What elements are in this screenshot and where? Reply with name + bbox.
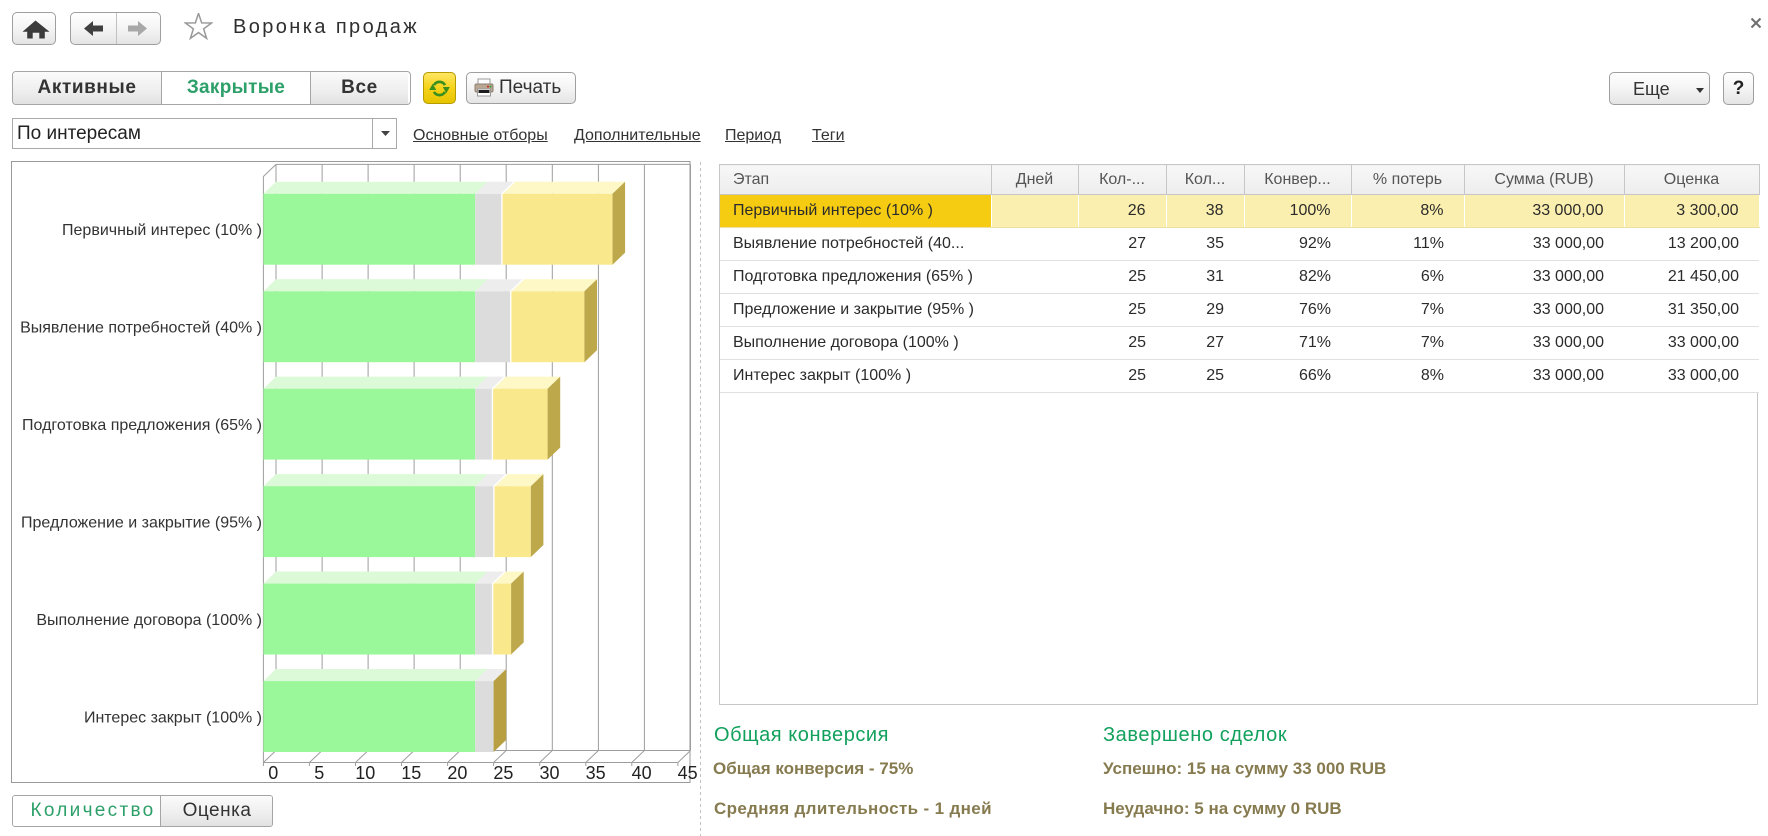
svg-text:Выявление потребностей (40% ): Выявление потребностей (40% ) <box>20 320 262 337</box>
svg-text:30: 30 <box>539 763 559 783</box>
svg-text:Интерес закрыт (100% ): Интерес закрыт (100% ) <box>84 710 262 727</box>
svg-text:5: 5 <box>314 763 324 783</box>
svg-text:45: 45 <box>678 763 698 783</box>
svg-text:Выполнение договора (100% ): Выполнение договора (100% ) <box>36 612 262 629</box>
svg-text:Подготовка предложения (65% ): Подготовка предложения (65% ) <box>22 417 262 434</box>
svg-text:20: 20 <box>447 763 467 783</box>
svg-text:15: 15 <box>401 763 421 783</box>
svg-text:40: 40 <box>632 763 652 783</box>
svg-text:10: 10 <box>355 763 375 783</box>
svg-text:0: 0 <box>268 763 278 783</box>
svg-text:35: 35 <box>586 763 606 783</box>
svg-text:Первичный интерес (10% ): Первичный интерес (10% ) <box>62 222 262 239</box>
svg-text:25: 25 <box>493 763 513 783</box>
svg-text:Предложение и закрытие (95% ): Предложение и закрытие (95% ) <box>21 515 262 532</box>
